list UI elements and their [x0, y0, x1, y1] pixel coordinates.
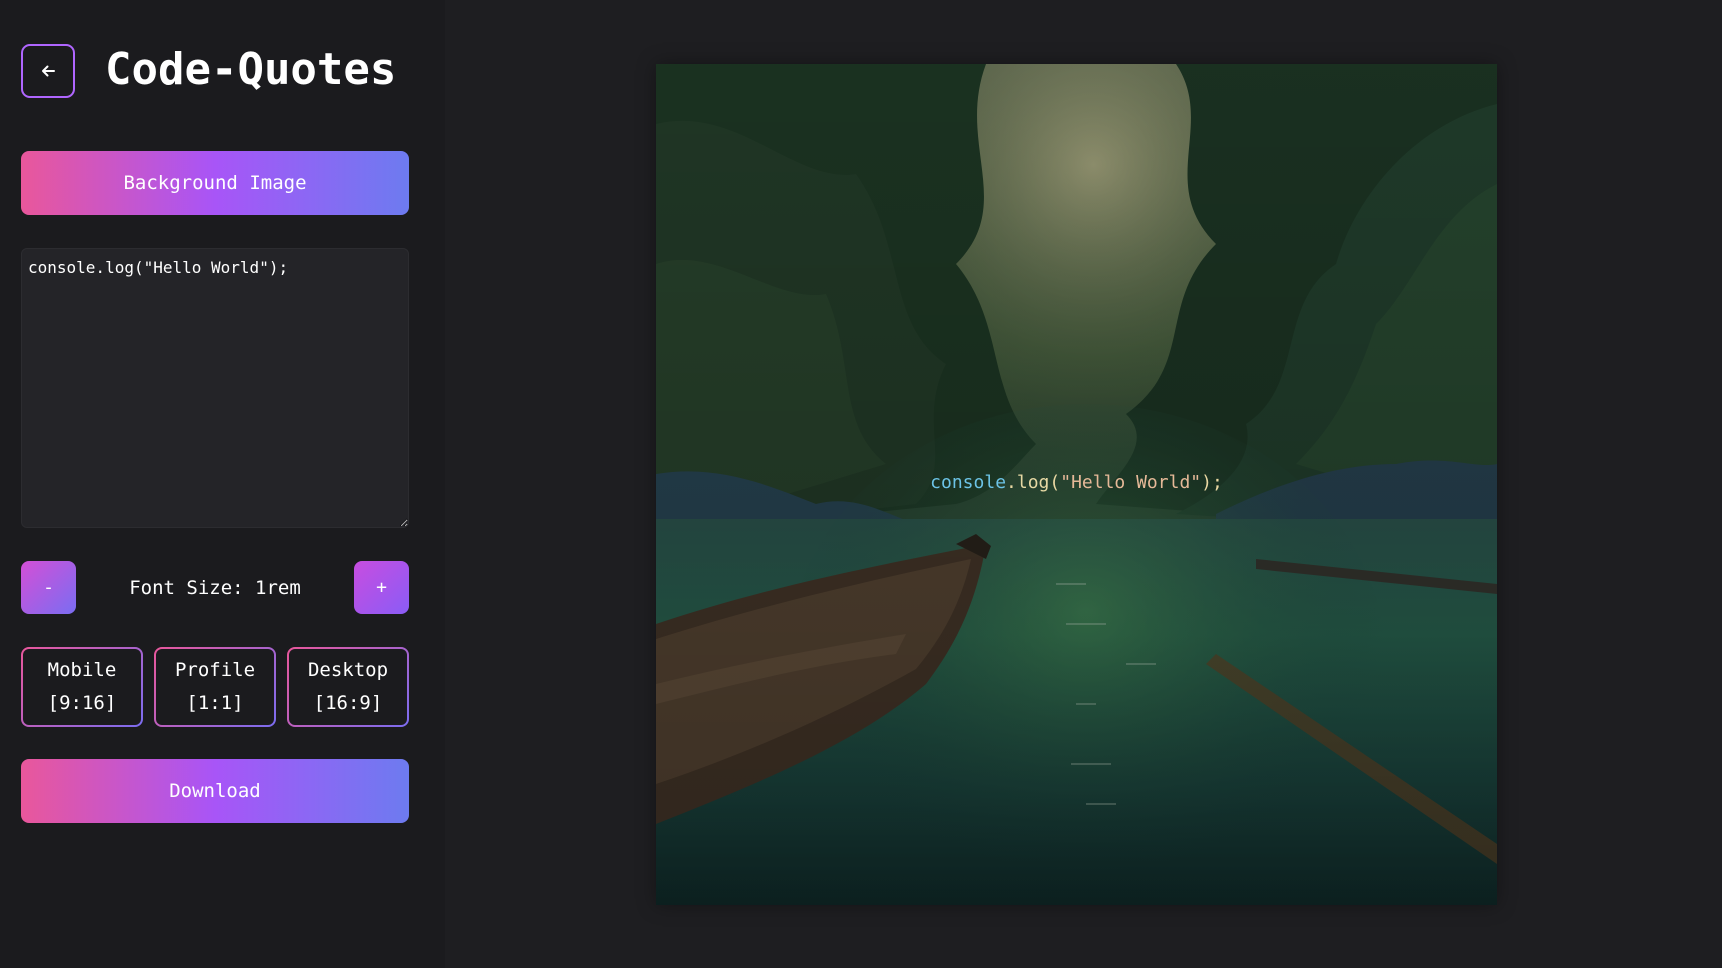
ratio-desktop-name: Desktop	[307, 659, 389, 681]
code-token-string: "Hello World"	[1060, 472, 1202, 493]
ratio-desktop-button[interactable]: Desktop [16:9]	[287, 647, 409, 727]
ratio-mobile-value: [9:16]	[47, 692, 117, 714]
code-token-object: console	[930, 472, 1007, 493]
preview-code-text: console.log("Hello World");	[656, 472, 1497, 493]
font-size-value: 1rem	[255, 576, 301, 599]
quote-preview-canvas: console.log("Hello World");	[656, 64, 1497, 905]
ratio-profile-value: [1:1]	[186, 692, 244, 714]
page-title: Code-Quotes	[105, 44, 397, 95]
decrease-font-size-button[interactable]: -	[21, 561, 76, 614]
code-token-dot: .	[1006, 472, 1017, 493]
code-token-open-paren: (	[1049, 472, 1061, 493]
ratio-profile-button[interactable]: Profile [1:1]	[154, 647, 276, 727]
ratio-mobile-name: Mobile	[47, 659, 117, 681]
sidebar: Code-Quotes Background Image console.log…	[0, 0, 445, 968]
code-token-method: log	[1016, 472, 1050, 493]
app-root: Code-Quotes Background Image console.log…	[0, 0, 1722, 968]
ratio-profile-name: Profile	[174, 659, 256, 681]
ratio-mobile-button[interactable]: Mobile [9:16]	[21, 647, 143, 727]
back-button[interactable]	[21, 44, 75, 98]
arrow-left-icon	[42, 65, 55, 77]
download-button[interactable]: Download	[21, 759, 409, 823]
code-token-close: );	[1201, 472, 1223, 493]
ratio-desktop-value: [16:9]	[313, 692, 383, 714]
code-input[interactable]: console.log("Hello World");	[21, 248, 409, 528]
font-size-label: Font Size:	[129, 576, 244, 599]
increase-font-size-button[interactable]: +	[354, 561, 409, 614]
background-image-button[interactable]: Background Image	[21, 151, 409, 215]
font-size-display: Font Size: 1rem	[76, 561, 354, 614]
